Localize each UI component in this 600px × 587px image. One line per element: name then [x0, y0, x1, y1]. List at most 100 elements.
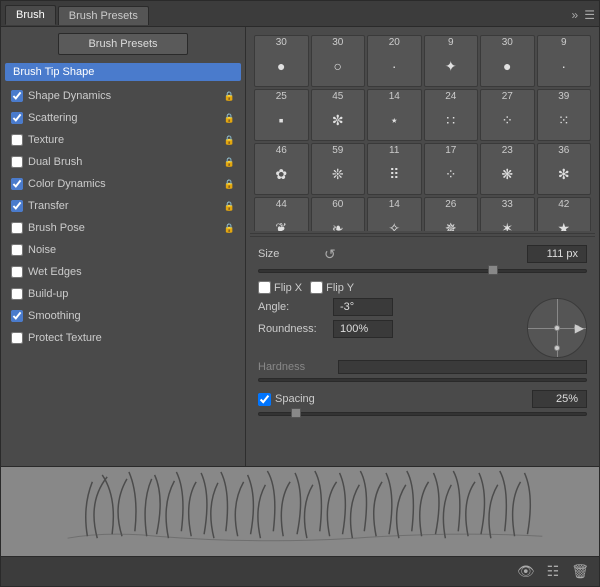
brush-shape-icon: ✻: [558, 156, 570, 192]
brush-shape-icon: ❋: [501, 156, 513, 192]
brush-num: 59: [332, 146, 343, 156]
brush-num: 17: [445, 146, 456, 156]
spacing-label[interactable]: Spacing: [258, 393, 532, 406]
tab-brush[interactable]: Brush: [5, 5, 56, 25]
brush-cell-14[interactable]: 11⠿: [367, 143, 422, 195]
angle-value[interactable]: -3°: [333, 298, 393, 316]
reset-size-icon[interactable]: ↺: [324, 246, 336, 263]
trash-icon[interactable]: 🗑: [571, 563, 589, 580]
flip-x-label[interactable]: Flip X: [258, 281, 302, 294]
brush-cell-11[interactable]: 39⁙: [537, 89, 592, 141]
brush-option-dual_brush[interactable]: Dual Brush🔒: [5, 151, 241, 173]
brush-cell-6[interactable]: 25▪: [254, 89, 309, 141]
brush-shape-icon: ✧: [388, 210, 400, 231]
brush-option-texture[interactable]: Texture🔒: [5, 129, 241, 151]
angle-dial[interactable]: ▶: [527, 298, 587, 358]
brush-cell-10[interactable]: 27⁘: [480, 89, 535, 141]
brush-preview: [1, 466, 599, 556]
brush-cell-15[interactable]: 17⁘: [424, 143, 479, 195]
brush-num: 23: [502, 146, 513, 156]
size-value[interactable]: 111 px: [527, 245, 587, 263]
checkbox-noise[interactable]: [11, 244, 23, 256]
brush-option-scattering[interactable]: Scattering🔒: [5, 107, 241, 129]
checkbox-scattering[interactable]: [11, 112, 23, 124]
brush-cell-9[interactable]: 24∷: [424, 89, 479, 141]
grid-icon[interactable]: ☷: [547, 563, 560, 580]
brush-cell-17[interactable]: 36✻: [537, 143, 592, 195]
brush-cell-3[interactable]: 9✦: [424, 35, 479, 87]
brush-shape-icon: ❦: [275, 210, 287, 231]
brush-cell-8[interactable]: 14⋆: [367, 89, 422, 141]
flip-x-checkbox[interactable]: [258, 281, 271, 294]
spacing-value[interactable]: 25%: [532, 390, 587, 408]
brush-cell-23[interactable]: 42★: [537, 197, 592, 231]
brush-shape-icon: ✿: [275, 156, 287, 192]
brush-option-wet_edges[interactable]: Wet Edges: [5, 261, 241, 283]
brush-shape-icon: ·: [561, 48, 566, 84]
checkbox-shape_dynamics[interactable]: [11, 90, 23, 102]
tab-icons: » ☰: [572, 8, 595, 22]
checkbox-color_dynamics[interactable]: [11, 178, 23, 190]
lock-icon-scattering: 🔒: [224, 113, 235, 124]
hardness-bar[interactable]: [338, 360, 587, 374]
brush-cell-0[interactable]: 30●: [254, 35, 309, 87]
brush-cell-21[interactable]: 26✵: [424, 197, 479, 231]
hardness-slider: [258, 376, 587, 384]
tab-brush-presets[interactable]: Brush Presets: [58, 6, 149, 25]
brush-shape-icon: ○: [334, 48, 342, 84]
brush-cell-13[interactable]: 59❊: [311, 143, 366, 195]
brush-option-transfer[interactable]: Transfer🔒: [5, 195, 241, 217]
brush-presets-button[interactable]: Brush Presets: [58, 33, 188, 55]
brush-shape-icon: ⋆: [390, 102, 399, 138]
expand-icon[interactable]: »: [572, 8, 579, 22]
brush-option-noise[interactable]: Noise: [5, 239, 241, 261]
brush-cell-2[interactable]: 20·: [367, 35, 422, 87]
brush-option-shape_dynamics[interactable]: Shape Dynamics🔒: [5, 85, 241, 107]
angle-label: Angle:: [258, 301, 333, 313]
checkbox-texture[interactable]: [11, 134, 23, 146]
flip-y-checkbox[interactable]: [310, 281, 323, 294]
brush-option-protect_texture[interactable]: Protect Texture: [5, 327, 241, 349]
brush-num: 14: [389, 92, 400, 102]
checkbox-wet_edges[interactable]: [11, 266, 23, 278]
brush-num: 26: [445, 200, 456, 210]
roundness-value[interactable]: 100%: [333, 320, 393, 338]
checkbox-build_up[interactable]: [11, 288, 23, 300]
lock-icon-texture: 🔒: [224, 135, 235, 146]
brush-option-smoothing[interactable]: Smoothing: [5, 305, 241, 327]
spacing-slider[interactable]: [258, 410, 587, 418]
spacing-checkbox[interactable]: [258, 393, 271, 406]
brush-num: 9: [448, 38, 454, 48]
dial-dot-center: [554, 325, 560, 331]
brush-option-brush_pose[interactable]: Brush Pose🔒: [5, 217, 241, 239]
flip-y-label[interactable]: Flip Y: [310, 281, 354, 294]
menu-icon[interactable]: ☰: [584, 8, 595, 22]
checkbox-brush_pose[interactable]: [11, 222, 23, 234]
brush-cell-12[interactable]: 46✿: [254, 143, 309, 195]
eye-icon[interactable]: 👁: [517, 563, 535, 580]
checkbox-transfer[interactable]: [11, 200, 23, 212]
brush-cell-4[interactable]: 30●: [480, 35, 535, 87]
right-panel: 30●30○20·9✦30●9·25▪45✼14⋆24∷27⁘39⁙46✿59❊…: [246, 27, 599, 466]
hardness-row: Hardness: [258, 360, 587, 374]
brush-tip-shape-item[interactable]: Brush Tip Shape: [5, 63, 241, 81]
brush-cell-19[interactable]: 60❧: [311, 197, 366, 231]
brush-cell-20[interactable]: 14✧: [367, 197, 422, 231]
lock-icon-color_dynamics: 🔒: [224, 179, 235, 190]
brush-shape-icon: ⁘: [501, 102, 513, 138]
size-slider[interactable]: [258, 267, 587, 275]
brush-cell-7[interactable]: 45✼: [311, 89, 366, 141]
brush-cell-18[interactable]: 44❦: [254, 197, 309, 231]
brush-cell-1[interactable]: 30○: [311, 35, 366, 87]
checkbox-protect_texture[interactable]: [11, 332, 23, 344]
brush-option-build_up[interactable]: Build-up: [5, 283, 241, 305]
brush-cell-16[interactable]: 23❋: [480, 143, 535, 195]
brush-option-color_dynamics[interactable]: Color Dynamics🔒: [5, 173, 241, 195]
checkbox-smoothing[interactable]: [11, 310, 23, 322]
angle-roundness-left: Angle: -3° Roundness: 100%: [258, 298, 519, 358]
roundness-label: Roundness:: [258, 323, 333, 335]
lock-icon-transfer: 🔒: [224, 201, 235, 212]
brush-cell-22[interactable]: 33✶: [480, 197, 535, 231]
checkbox-dual_brush[interactable]: [11, 156, 23, 168]
brush-cell-5[interactable]: 9·: [537, 35, 592, 87]
